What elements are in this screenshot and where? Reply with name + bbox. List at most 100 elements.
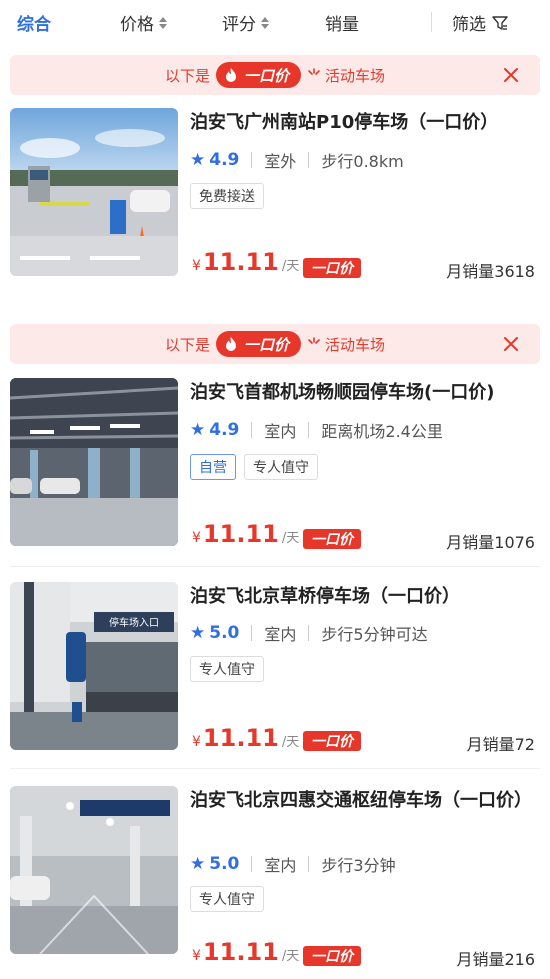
flat-price-badge: 一口价 xyxy=(303,529,361,549)
sparkle-icon xyxy=(308,337,320,344)
tag-list: 免费接送 xyxy=(190,183,264,209)
filter-funnel-icon xyxy=(492,15,508,30)
divider xyxy=(251,422,253,438)
banner-suffix: 活动车场 xyxy=(325,335,386,354)
sparkle-icon xyxy=(308,68,320,75)
distance-text: 步行5分钟可达 xyxy=(321,625,428,644)
divider xyxy=(10,768,540,769)
sort-price-label: 价格 xyxy=(120,15,154,35)
rating-value: 5.0 xyxy=(209,854,240,874)
tag-list: 专人值守 xyxy=(190,886,264,912)
monthly-sales: 月销量216 xyxy=(456,950,535,969)
price-unit: /天 xyxy=(281,259,300,274)
sort-rating-label: 评分 xyxy=(222,15,256,35)
price: ¥ 11.11 /天 xyxy=(192,724,299,752)
parking-title: 泊安飞北京草桥停车场（一口价） xyxy=(190,586,460,607)
parking-photo xyxy=(10,378,178,546)
monthly-sales: 月销量3618 xyxy=(446,262,535,281)
tag-list: 自营 专人值守 xyxy=(190,454,318,480)
monthly-sales: 月销量72 xyxy=(466,735,535,754)
parking-meta: ★ 5.0 室内 步行3分钟 xyxy=(190,852,396,876)
filter-label: 筛选 xyxy=(452,15,486,35)
sort-comprehensive-label: 综合 xyxy=(17,15,51,35)
divider xyxy=(251,856,253,872)
parking-photo xyxy=(10,108,178,276)
filter-button[interactable]: 筛选 xyxy=(452,10,508,35)
distance-text: 距离机场2.4公里 xyxy=(321,422,443,441)
parking-card[interactable]: 泊安飞北京四惠交通枢纽停车场（一口价） ★ 5.0 室内 步行3分钟 专人值守 … xyxy=(10,786,540,969)
parking-photo xyxy=(10,786,178,954)
service-tag: 免费接送 xyxy=(190,183,264,209)
price-unit: /天 xyxy=(281,735,300,750)
promo-banner: 以下是 一口价 活动车场 xyxy=(10,324,540,364)
flat-price-badge: 一口价 xyxy=(303,946,361,966)
price-unit: /天 xyxy=(281,531,300,546)
price: ¥ 11.11 /天 xyxy=(192,938,299,966)
flat-price-pill-label: 一口价 xyxy=(243,335,289,354)
divider xyxy=(308,152,310,168)
parking-card[interactable]: 泊安飞首都机场畅顺园停车场(一口价) ★ 4.9 室内 距离机场2.4公里 自营… xyxy=(10,378,540,552)
parking-meta: ★ 5.0 室内 步行5分钟可达 xyxy=(190,621,428,645)
entrance-sign: 停车场入口 xyxy=(109,616,159,629)
location-type: 室内 xyxy=(264,625,297,644)
monthly-sales: 月销量1076 xyxy=(446,533,535,552)
price-amount: 11.11 xyxy=(202,938,279,966)
distance-text: 步行3分钟 xyxy=(321,856,396,875)
price-amount: 11.11 xyxy=(202,724,279,752)
sort-comprehensive[interactable]: 综合 xyxy=(17,10,51,35)
parking-title: 泊安飞首都机场畅顺园停车场(一口价) xyxy=(190,382,495,403)
close-icon[interactable] xyxy=(500,333,522,355)
sort-updown-icon xyxy=(261,16,269,29)
service-tag: 专人值守 xyxy=(244,454,318,480)
price-amount: 11.11 xyxy=(202,520,279,548)
location-type: 室内 xyxy=(264,422,297,441)
divider xyxy=(308,422,310,438)
banner-prefix: 以下是 xyxy=(164,335,210,354)
flat-price-pill-label: 一口价 xyxy=(243,66,289,85)
location-type: 室外 xyxy=(264,152,297,171)
distance-text: 步行0.8km xyxy=(321,152,404,171)
currency-symbol: ¥ xyxy=(192,530,201,546)
flat-price-pill: 一口价 xyxy=(215,331,301,357)
sort-sales-label: 销量 xyxy=(325,15,359,35)
service-tag: 专人值守 xyxy=(190,886,264,912)
parking-title: 泊安飞北京四惠交通枢纽停车场（一口价） xyxy=(190,790,532,811)
flat-price-badge: 一口价 xyxy=(303,731,361,751)
rating-value: 4.9 xyxy=(209,420,240,440)
price: ¥ 11.11 /天 xyxy=(192,520,299,548)
self-operated-tag: 自营 xyxy=(190,454,236,480)
parking-photo: 停车场入口 xyxy=(10,582,178,750)
sort-sales[interactable]: 销量 xyxy=(325,10,359,35)
sort-rating[interactable]: 评分 xyxy=(222,10,269,35)
currency-symbol: ¥ xyxy=(192,948,201,964)
price-amount: 11.11 xyxy=(202,248,279,276)
currency-symbol: ¥ xyxy=(192,258,201,274)
banner-suffix: 活动车场 xyxy=(325,66,386,85)
sort-updown-icon xyxy=(159,16,167,29)
star-icon: ★ xyxy=(190,150,206,170)
price-unit: /天 xyxy=(281,949,300,964)
divider xyxy=(308,625,310,641)
rating-value: 5.0 xyxy=(209,623,240,643)
price: ¥ 11.11 /天 xyxy=(192,248,299,276)
flame-icon xyxy=(225,68,236,82)
divider xyxy=(251,625,253,641)
sort-price[interactable]: 价格 xyxy=(120,10,167,35)
divider xyxy=(10,566,540,567)
star-icon: ★ xyxy=(190,623,206,643)
service-tag: 专人值守 xyxy=(190,656,264,682)
flame-icon xyxy=(225,337,236,351)
sort-bar: 综合 价格 评分 销量 筛选 xyxy=(0,0,550,44)
rating-value: 4.9 xyxy=(209,150,240,170)
location-type: 室内 xyxy=(264,856,297,875)
parking-card[interactable]: 停车场入口 泊安飞北京草桥停车场（一口价） ★ 5.0 室内 步行5分钟可达 专… xyxy=(10,582,540,754)
close-icon[interactable] xyxy=(500,64,522,86)
parking-title: 泊安飞广州南站P10停车场（一口价） xyxy=(190,112,499,133)
flat-price-badge: 一口价 xyxy=(303,258,361,278)
parking-card[interactable]: 泊安飞广州南站P10停车场（一口价） ★ 4.9 室外 步行0.8km 免费接送… xyxy=(10,108,540,281)
banner-prefix: 以下是 xyxy=(164,66,210,85)
promo-banner: 以下是 一口价 活动车场 xyxy=(10,55,540,95)
divider xyxy=(431,12,432,32)
flat-price-pill: 一口价 xyxy=(215,62,301,88)
star-icon: ★ xyxy=(190,420,206,440)
